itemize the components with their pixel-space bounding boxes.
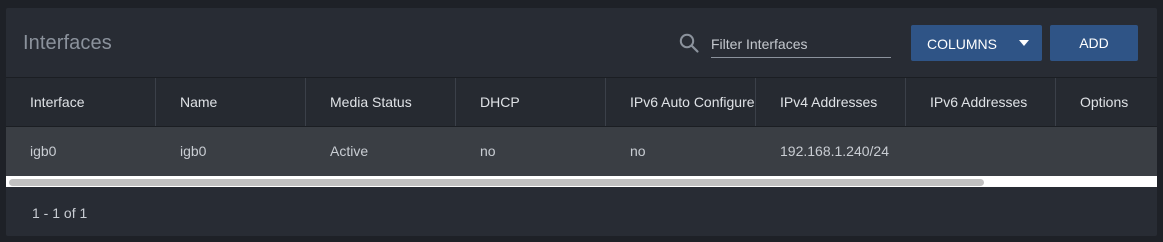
table-header: Interface Name Media Status DHCP IPv6 Au… [6,78,1157,127]
horizontal-scrollbar[interactable] [6,176,1157,187]
column-header-interface[interactable]: Interface [6,78,156,126]
columns-button-label: COLUMNS [927,36,998,52]
table-row[interactable]: igb0 igb0 Active no no 192.168.1.240/24 [6,127,1157,176]
column-header-name[interactable]: Name [156,78,306,126]
panel-toolbar: Interfaces COLUMNS ADD [6,8,1157,78]
chevron-down-icon [1019,40,1029,46]
cell-ipv6-auto-configure: no [630,143,646,159]
column-header-ipv6-addresses[interactable]: IPv6 Addresses [906,78,1056,126]
search-icon [679,33,699,53]
cell-media-status: Active [330,143,369,159]
column-header-ipv4-addresses[interactable]: IPv4 Addresses [756,78,906,126]
cell-options [1056,127,1157,176]
column-header-media-status[interactable]: Media Status [306,78,456,126]
cell-ipv6-addresses [906,127,1056,176]
panel-title: Interfaces [23,32,112,54]
cell-dhcp: no [480,143,496,159]
add-button[interactable]: ADD [1050,25,1138,61]
pagination-summary: 1 - 1 of 1 [32,205,88,221]
table-footer: 1 - 1 of 1 [6,187,1157,236]
column-header-dhcp[interactable]: DHCP [456,78,606,126]
cell-ipv4-addresses: 192.168.1.240/24 [780,143,889,159]
column-header-ipv6-auto-configure[interactable]: IPv6 Auto Configure [606,78,756,126]
columns-button[interactable]: COLUMNS [911,25,1042,61]
column-header-options[interactable]: Options [1056,78,1157,126]
filter-interfaces-input[interactable] [711,30,891,58]
scrollbar-thumb[interactable] [9,179,984,186]
interfaces-table: Interface Name Media Status DHCP IPv6 Au… [6,78,1157,187]
interfaces-panel: Interfaces COLUMNS ADD Interface Name Me… [6,8,1157,236]
cell-interface: igb0 [30,143,57,159]
cell-name: igb0 [180,143,207,159]
